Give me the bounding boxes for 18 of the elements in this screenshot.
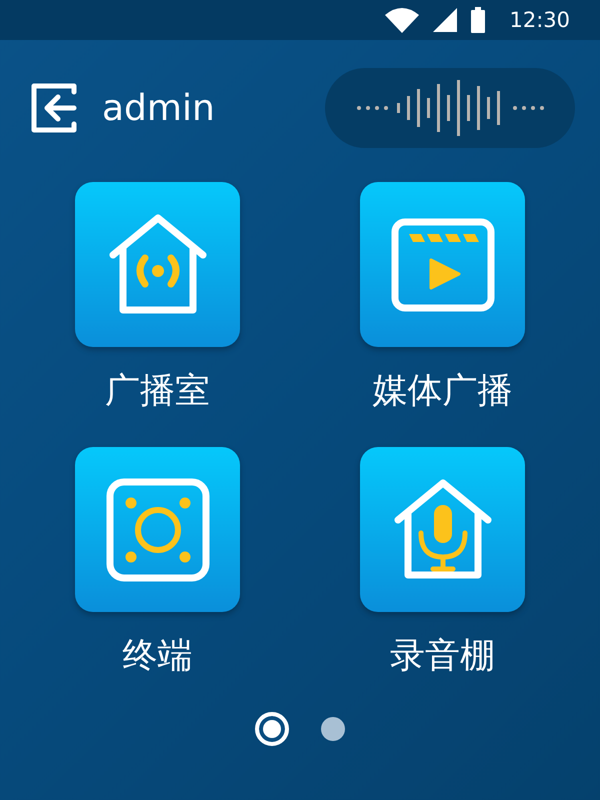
sound-wave-icon: [355, 78, 545, 138]
video-player-icon: [390, 218, 494, 312]
page-dot[interactable]: [321, 717, 345, 741]
tile-label: 终端: [122, 635, 192, 678]
tile-label: 广播室: [105, 370, 210, 413]
app-tile-button[interactable]: [75, 447, 240, 612]
tile-label: 媒体广播: [372, 370, 512, 413]
battery-icon: [471, 7, 486, 33]
page-dot[interactable]: [255, 712, 289, 746]
signal-icon: [433, 8, 458, 32]
app-tile-button[interactable]: [360, 182, 525, 347]
app-tile-button[interactable]: [360, 447, 525, 612]
tile-label: 录音棚: [390, 635, 495, 678]
speaker-icon: [106, 478, 210, 582]
status-time: 12:30: [509, 8, 570, 32]
app-tile-button[interactable]: [75, 182, 240, 347]
user-name: admin: [102, 88, 215, 128]
wifi-icon: [385, 7, 420, 33]
